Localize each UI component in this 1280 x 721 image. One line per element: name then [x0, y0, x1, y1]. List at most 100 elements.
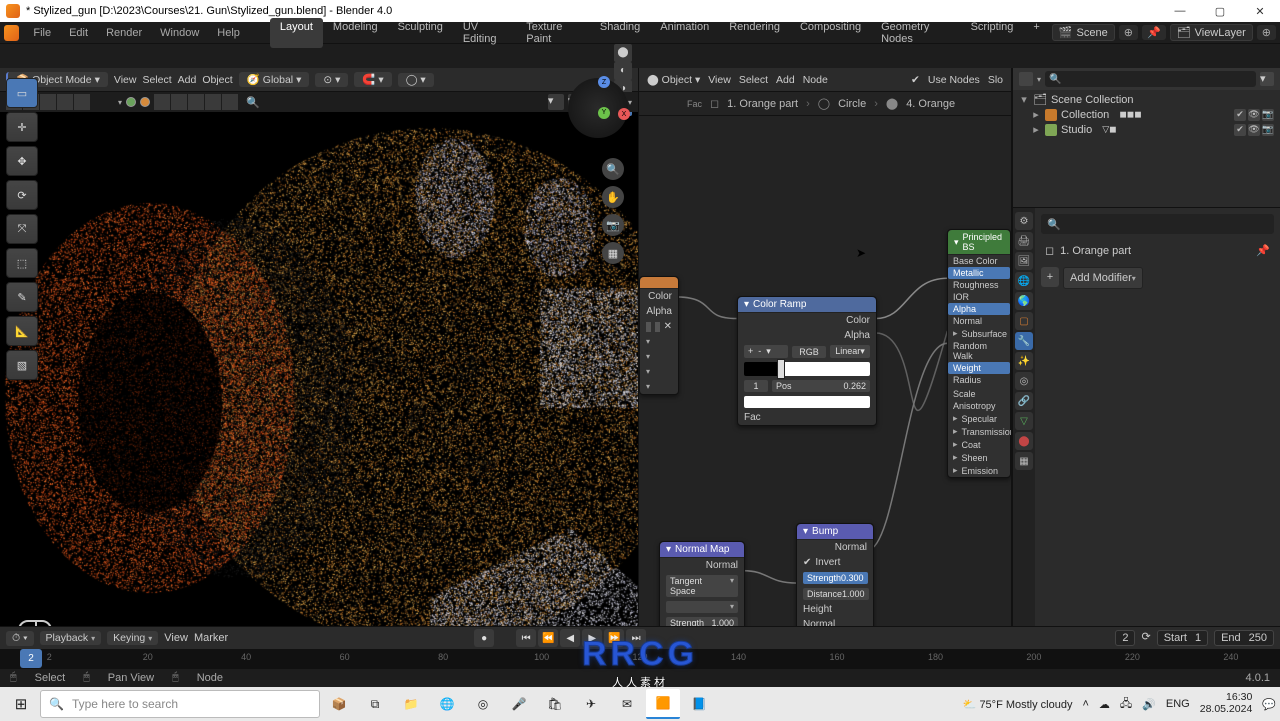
ptab-world[interactable]: 🌎 — [1015, 292, 1033, 310]
frame-end[interactable]: End250 — [1214, 630, 1274, 646]
viewlayer-dropdown[interactable]: 🗂 ViewLayer — [1170, 24, 1253, 41]
nav-camera[interactable]: 📷 — [602, 214, 624, 236]
vp-menu-select[interactable]: Select — [142, 74, 171, 86]
start-button[interactable]: ⊞ — [4, 689, 38, 719]
color-ramp-gradient[interactable] — [744, 362, 870, 376]
collection-dot-1[interactable] — [126, 97, 136, 107]
taskbar-search[interactable]: 🔍 Type here to search — [40, 690, 320, 718]
ptab-particles[interactable]: ✨ — [1015, 352, 1033, 370]
vp-menu-view[interactable]: View — [114, 74, 137, 86]
outliner[interactable]: 🔍 ▾ ▾🗂Scene Collection ▸Collection ◼◼◼ ✔… — [1013, 68, 1280, 208]
tray-sound[interactable]: 🔊 — [1142, 698, 1156, 711]
window-close[interactable]: ✕ — [1240, 0, 1280, 22]
tool-measure[interactable]: 📐 — [6, 316, 38, 346]
workspace-uvediting[interactable]: UV Editing — [453, 18, 516, 48]
tray-notifications[interactable]: 💬 — [1262, 698, 1276, 711]
nav-gizmo[interactable]: X Y Z — [568, 78, 628, 138]
nav-pan[interactable]: ✋ — [602, 186, 624, 208]
bsdf-row[interactable]: ▸ Sheen — [948, 451, 1010, 464]
ptab-texture[interactable]: ▦ — [1015, 452, 1033, 470]
window-maximize[interactable]: ▢ — [1200, 0, 1240, 22]
bsdf-row[interactable]: Radius — [948, 374, 1010, 386]
workspace-scripting[interactable]: Scripting — [961, 18, 1024, 48]
menu-file[interactable]: File — [25, 25, 59, 41]
node-node[interactable]: Node — [803, 74, 828, 86]
bsdf-row[interactable]: ▸ Emission — [948, 464, 1010, 477]
frame-current[interactable]: 2 — [1115, 630, 1135, 646]
outliner-filter-icon[interactable]: ▾ — [1260, 72, 1274, 86]
workspace-modeling[interactable]: Modeling — [323, 18, 388, 48]
crumb-object[interactable]: 1. Orange part — [727, 98, 798, 110]
frame-sync[interactable]: ⟳ — [1141, 630, 1150, 646]
jump-end[interactable]: ⏭ — [626, 629, 646, 647]
ptab-physics[interactable]: ◎ — [1015, 372, 1033, 390]
pivot[interactable]: ⊙ ▾ — [315, 73, 348, 87]
bsdf-row[interactable]: Alpha — [948, 303, 1010, 315]
app-mail[interactable]: ✉ — [610, 689, 644, 719]
snap[interactable]: 🧲 ▾ — [354, 72, 391, 87]
bsdf-row[interactable]: Base Color — [948, 255, 1010, 267]
bsdf-row[interactable]: Metallic — [948, 267, 1010, 279]
tool-scale[interactable]: ⤧ — [6, 214, 38, 244]
node-select[interactable]: Select — [739, 74, 768, 86]
scene-new[interactable]: ⊕ — [1119, 25, 1138, 40]
proportional[interactable]: ◯ ▾ — [398, 73, 434, 87]
app-edge[interactable]: 🌐 — [430, 689, 464, 719]
tray-net[interactable]: 🖧 — [1120, 695, 1132, 714]
properties-search[interactable]: 🔍 — [1041, 214, 1274, 234]
scene-pin[interactable]: 📌 — [1142, 25, 1166, 40]
key-prev[interactable]: ⏪ — [538, 629, 558, 647]
add-modifier-dropdown[interactable]: Add Modifier — [1063, 267, 1143, 289]
tl-marker[interactable]: Marker — [194, 632, 228, 644]
display[interactable] — [118, 96, 122, 108]
bsdf-row[interactable]: ▸ Transmission — [948, 425, 1010, 438]
tray-cloud[interactable]: ☁ — [1099, 698, 1110, 711]
ptab-modifiers[interactable]: 🔧 — [1015, 332, 1033, 350]
outliner-search[interactable]: 🔍 — [1045, 71, 1256, 87]
transform-orientation[interactable]: 🧭 Global ▾ — [239, 72, 310, 87]
collection-dot-2[interactable] — [140, 97, 150, 107]
search-icon[interactable]: 🔍 — [246, 96, 260, 109]
ptab-render[interactable]: ⚙ — [1015, 212, 1033, 230]
bsdf-row[interactable]: Scale — [948, 388, 1010, 400]
tray-lang[interactable]: ENG — [1166, 698, 1190, 710]
node-view[interactable]: View — [708, 74, 731, 86]
node-bump[interactable]: ▾Bump Normal ✔Invert Strength0.300 Dista… — [796, 523, 874, 633]
tool-annotate[interactable]: ✎ — [6, 282, 38, 312]
ptab-output[interactable]: 🖨 — [1015, 232, 1033, 250]
ptab-constraints[interactable]: 🔗 — [1015, 392, 1033, 410]
bump-invert[interactable]: ✔ — [803, 557, 811, 568]
add-modifier-plus[interactable]: + — [1041, 267, 1059, 287]
bsdf-row[interactable]: Random Walk — [948, 340, 1010, 362]
workspace-texturepaint[interactable]: Texture Paint — [516, 18, 590, 48]
bsdf-row[interactable]: ▸ Coat — [948, 438, 1010, 451]
app-generic[interactable]: 📦 — [322, 689, 356, 719]
bsdf-row[interactable]: ▸ Specular — [948, 412, 1010, 425]
ptab-material[interactable]: ⬤ — [1015, 432, 1033, 450]
crumb-mesh[interactable]: Circle — [838, 98, 866, 110]
slot-drop[interactable]: Slo — [988, 74, 1003, 86]
vp-menu-object[interactable]: Object — [202, 74, 232, 86]
window-minimize[interactable]: — — [1160, 0, 1200, 22]
timeline-editor[interactable]: ⏱ ▾ Playback Keying View Marker ● ⏮ ⏪ ◀ … — [0, 626, 1280, 668]
menu-render[interactable]: Render — [98, 25, 150, 41]
jump-start[interactable]: ⏮ — [516, 629, 536, 647]
overlay-toggle[interactable]: ▾ — [548, 94, 564, 110]
bsdf-row[interactable]: Normal — [948, 315, 1010, 327]
play[interactable]: ▶ — [582, 629, 602, 647]
bsdf-row[interactable]: IOR — [948, 291, 1010, 303]
app-explorer[interactable]: 📁 — [394, 689, 428, 719]
bsdf-row[interactable]: Anisotropy — [948, 400, 1010, 412]
outliner-type-icon[interactable] — [1019, 72, 1033, 86]
app-store[interactable]: 🛍 — [538, 689, 572, 719]
timeline-icon[interactable]: ⏱ ▾ — [6, 631, 34, 646]
scene-dropdown[interactable]: 🎬 Scene — [1052, 24, 1115, 41]
menu-window[interactable]: Window — [152, 25, 207, 41]
tool-select-box[interactable]: ▭ — [6, 78, 38, 108]
color-ramp-swatch[interactable] — [744, 396, 870, 408]
node-mode[interactable]: ⬤ Object ▾ — [647, 74, 700, 86]
play-rev[interactable]: ◀ — [560, 629, 580, 647]
app-mic[interactable]: 🎤 — [502, 689, 536, 719]
viewport-3d[interactable]: 📦 Object Mode ▾ View Select Add Object 🧭… — [0, 68, 638, 674]
tl-playback[interactable]: Playback — [40, 631, 102, 645]
